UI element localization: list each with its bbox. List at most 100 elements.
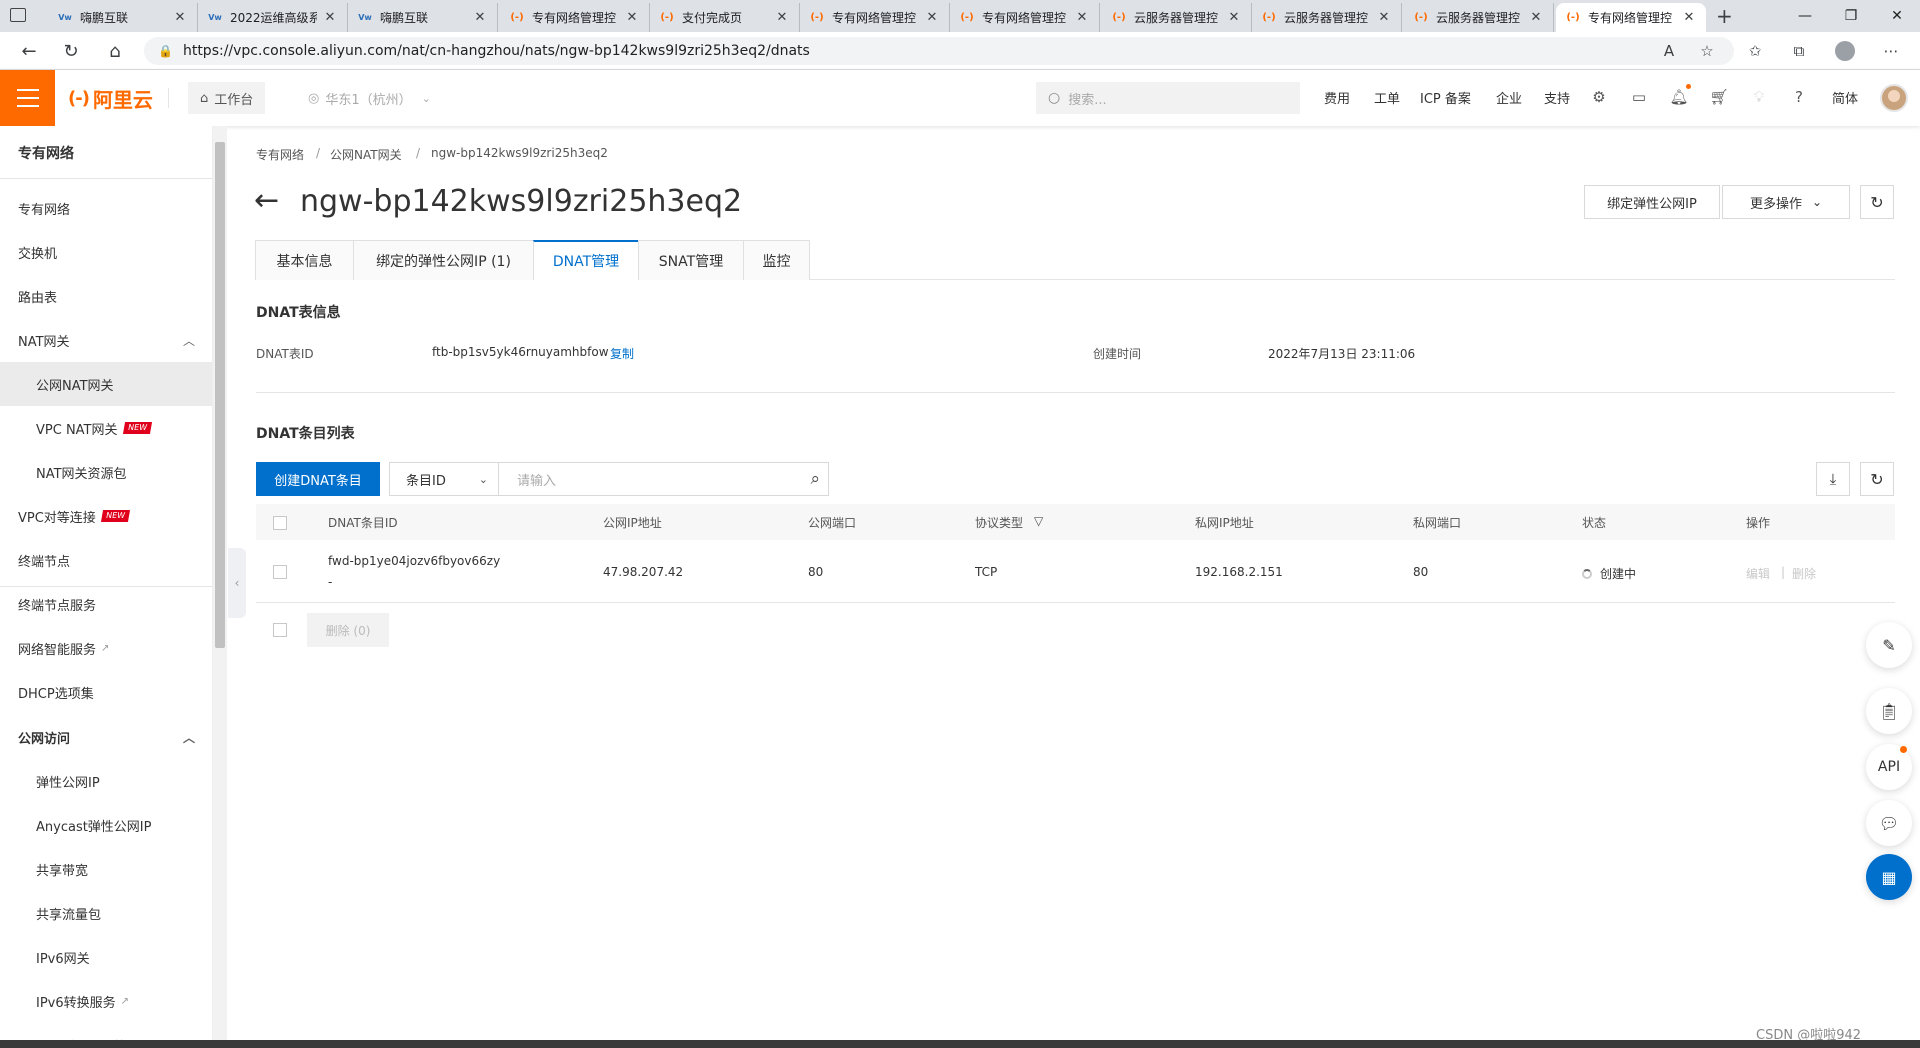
collections-icon[interactable]: ⧉: [1788, 40, 1810, 62]
export-button[interactable]: ⤓: [1816, 462, 1850, 496]
search-icon[interactable]: ⌕: [810, 469, 820, 489]
sidebar-item-shared-bandwidth[interactable]: 共享带宽: [0, 847, 212, 891]
page-refresh-button[interactable]: ↻: [1860, 185, 1894, 219]
link-fees[interactable]: 费用: [1324, 88, 1350, 107]
refresh-icon[interactable]: ↻: [56, 36, 86, 66]
row-checkbox[interactable]: [273, 565, 287, 579]
dnat-search-input[interactable]: 请输入 ⌕: [499, 462, 829, 496]
browser-tab[interactable]: (-) 云服务器管理控 ✕: [1102, 3, 1252, 32]
browser-tab[interactable]: (-) 专有网络管理控 ✕: [950, 3, 1100, 32]
close-tab-icon[interactable]: ✕: [1227, 10, 1241, 25]
close-tab-icon[interactable]: ✕: [1377, 10, 1391, 25]
url-field[interactable]: 🔒 https://vpc.console.aliyun.com/nat/cn-…: [144, 37, 1734, 65]
sidebar-item-vpc-nat[interactable]: VPC NAT网关 NEW: [0, 406, 212, 450]
close-tab-icon[interactable]: ✕: [473, 10, 487, 25]
row-edit-link[interactable]: 编辑: [1746, 565, 1770, 582]
sidebar-item-vswitch[interactable]: 交换机: [0, 230, 212, 274]
new-tab-button[interactable]: +: [1716, 4, 1733, 28]
sidebar-item-vpc-peering[interactable]: VPC对等连接 NEW: [0, 494, 212, 538]
close-tab-icon[interactable]: ✕: [1075, 10, 1089, 25]
breadcrumb-nat[interactable]: 公网NAT网关: [330, 146, 402, 163]
language-switch[interactable]: 简体: [1832, 88, 1858, 107]
browser-tab[interactable]: (-) 云服务器管理控 ✕: [1252, 3, 1402, 32]
chevron-up-icon[interactable]: ︿: [183, 729, 195, 746]
region-selector[interactable]: ◎ 华东1（杭州） ⌄: [296, 82, 443, 114]
terminal-icon[interactable]: ▭: [1628, 86, 1650, 108]
menu-icon[interactable]: [0, 70, 55, 126]
sidebar-item-vpc[interactable]: 专有网络: [0, 186, 212, 230]
back-icon[interactable]: ←: [14, 36, 44, 66]
browser-tab[interactable]: Vw 2022运维高级系 ✕: [198, 3, 348, 32]
browser-tab[interactable]: (-) 专有网络管理控 ✕: [500, 3, 650, 32]
tab-actions-icon[interactable]: [10, 8, 26, 22]
link-tickets[interactable]: 工单: [1374, 88, 1400, 107]
chevron-up-icon[interactable]: ︿: [183, 332, 195, 349]
link-icp[interactable]: ICP 备案: [1420, 88, 1471, 107]
close-window-icon[interactable]: ✕: [1874, 0, 1920, 32]
sidebar-item-public-nat[interactable]: 公网NAT网关: [0, 362, 212, 406]
close-tab-icon[interactable]: ✕: [625, 10, 639, 25]
sidebar-item-nat-package[interactable]: NAT网关资源包: [0, 450, 212, 494]
profile-icon[interactable]: [1834, 40, 1856, 62]
back-arrow-icon[interactable]: ←: [254, 186, 279, 216]
avatar[interactable]: [1880, 84, 1908, 112]
close-tab-icon[interactable]: ✕: [1529, 10, 1543, 25]
tab-snat[interactable]: SNAT管理: [638, 240, 744, 280]
read-aloud-icon[interactable]: A: [1658, 40, 1680, 62]
more-operations-button[interactable]: 更多操作 ⌄: [1722, 185, 1850, 219]
favorite-add-icon[interactable]: ☆: [1696, 40, 1718, 62]
workbench-button[interactable]: ⌂ 工作台: [188, 82, 266, 114]
copy-link[interactable]: 复制: [610, 345, 634, 362]
close-tab-icon[interactable]: ✕: [775, 10, 789, 25]
filter-icon[interactable]: ▽: [1034, 514, 1043, 528]
cart-icon[interactable]: 🛒︎: [1708, 86, 1730, 108]
create-dnat-button[interactable]: 创建DNAT条目: [256, 462, 380, 496]
close-tab-icon[interactable]: ✕: [173, 10, 187, 25]
restore-icon[interactable]: ❐: [1828, 0, 1874, 32]
aliyun-logo[interactable]: (-) 阿里云: [68, 84, 153, 112]
sidebar-item-network-intelligence[interactable]: 网络智能服务 ↗: [0, 626, 212, 670]
sidebar-item-public-access[interactable]: 公网访问 ︿: [0, 715, 212, 759]
home-icon[interactable]: ⌂: [100, 36, 130, 66]
edit-feedback-icon[interactable]: ✎: [1866, 622, 1912, 668]
tab-monitor[interactable]: 监控: [743, 240, 810, 280]
favorites-icon[interactable]: ✩: [1744, 40, 1766, 62]
browser-tab[interactable]: Vw 嗨鹏互联 ✕: [48, 3, 198, 32]
sidebar-collapse-handle[interactable]: ‹: [228, 548, 246, 618]
close-tab-icon[interactable]: ✕: [925, 10, 939, 25]
bulk-delete-button[interactable]: 删除 (0): [307, 613, 389, 647]
chat-icon[interactable]: 💬︎: [1866, 800, 1912, 846]
browser-tab[interactable]: (-) 支付完成页 ✕: [650, 3, 800, 32]
bulk-select-checkbox[interactable]: [273, 623, 287, 637]
sidebar-item-anycast-eip[interactable]: Anycast弹性公网IP: [0, 803, 212, 847]
close-tab-icon[interactable]: ✕: [323, 10, 337, 25]
sidebar-scroll-thumb[interactable]: [215, 142, 225, 648]
more-menu-icon[interactable]: ⋯: [1880, 40, 1902, 62]
browser-tab[interactable]: (-) 专有网络管理控 ✕: [1556, 3, 1706, 32]
tab-dnat[interactable]: DNAT管理: [533, 240, 639, 281]
bell-icon[interactable]: 🔔︎: [1668, 86, 1690, 108]
sidebar-item-endpoint-service[interactable]: 终端节点服务: [0, 582, 212, 626]
browser-tab[interactable]: Vw 嗨鹏互联 ✕: [348, 3, 498, 32]
breadcrumb-vpc[interactable]: 专有网络: [256, 146, 304, 163]
sidebar-item-nat-gateway[interactable]: NAT网关 ︿: [0, 318, 212, 362]
select-all-checkbox[interactable]: [273, 516, 287, 530]
browser-tab[interactable]: (-) 云服务器管理控 ✕: [1404, 3, 1554, 32]
bulb-icon[interactable]: 💡︎: [1748, 86, 1770, 108]
sidebar-item-ipv6-translation[interactable]: IPv6转换服务 ↗: [0, 979, 212, 1023]
browser-tab[interactable]: (-) 专有网络管理控 ✕: [800, 3, 950, 32]
help-icon[interactable]: ?: [1788, 86, 1810, 108]
apps-grid-icon[interactable]: ▦: [1866, 854, 1912, 900]
filter-field-select[interactable]: 条目ID ⌄: [389, 462, 499, 496]
row-delete-link[interactable]: 删除: [1792, 565, 1816, 582]
link-support[interactable]: 支持: [1544, 88, 1570, 107]
sidebar-item-eip[interactable]: 弹性公网IP: [0, 759, 212, 803]
bind-eip-button[interactable]: 绑定弹性公网IP: [1584, 185, 1720, 219]
link-enterprise[interactable]: 企业: [1496, 88, 1522, 107]
tab-bound-eip[interactable]: 绑定的弹性公网IP (1): [353, 240, 534, 280]
sidebar-item-endpoint[interactable]: 终端节点: [0, 538, 212, 582]
minimize-icon[interactable]: —: [1782, 0, 1828, 32]
sidebar-item-route-table[interactable]: 路由表: [0, 274, 212, 318]
sidebar-item-ipv6-gateway[interactable]: IPv6网关: [0, 935, 212, 979]
close-tab-icon[interactable]: ✕: [1682, 10, 1696, 25]
